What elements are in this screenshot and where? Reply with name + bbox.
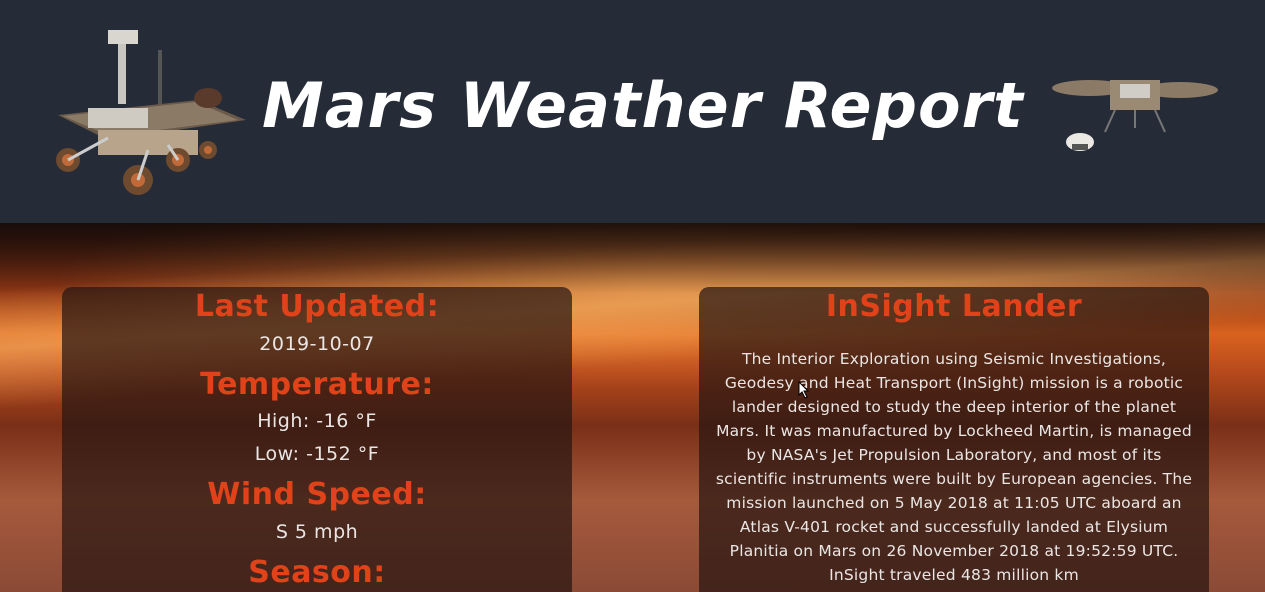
last-updated-heading: Last Updated: <box>194 289 440 324</box>
weather-panel: Last Updated: 2019-10-07 Temperature: Hi… <box>62 287 572 592</box>
last-updated-value: 2019-10-07 <box>259 333 375 355</box>
season-heading: Season: <box>248 555 386 590</box>
temperature-heading: Temperature: <box>200 367 434 402</box>
rover-image <box>56 30 246 195</box>
site-header: Mars Weather Report <box>0 0 1265 223</box>
temperature-high: High: -16 °F <box>257 410 377 432</box>
insight-heading: InSight Lander <box>825 289 1083 324</box>
insight-description: The Interior Exploration using Seismic I… <box>715 350 1193 584</box>
temperature-low: Low: -152 °F <box>254 443 380 465</box>
insight-panel: InSight Lander The Interior Exploration … <box>699 287 1209 592</box>
page-title: Mars Weather Report <box>262 69 1024 142</box>
wind-speed-value: S 5 mph <box>275 521 359 543</box>
wind-speed-heading: Wind Speed: <box>207 477 427 512</box>
lander-image <box>1052 80 1218 151</box>
mouse-cursor-icon <box>798 381 810 399</box>
